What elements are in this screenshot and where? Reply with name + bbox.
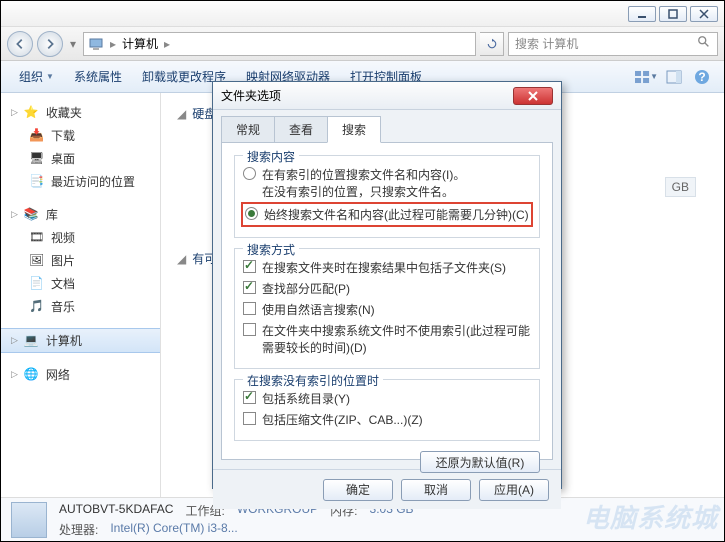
nav-bar: ▾ ▸ 计算机 ▸ 搜索 计算机 — [1, 27, 724, 61]
folder-options-dialog: 文件夹选项 常规 查看 搜索 搜索内容 在有索引的位置搜索文件名和内容(I)。在… — [212, 81, 562, 489]
toolbar-organize[interactable]: 组织▼ — [11, 64, 62, 89]
svg-text:?: ? — [698, 70, 705, 84]
search-box[interactable]: 搜索 计算机 — [508, 32, 718, 56]
apply-button[interactable]: 应用(A) — [479, 479, 549, 501]
sidebar-pictures[interactable]: 🖼图片 — [1, 249, 160, 272]
computer-icon — [88, 36, 104, 52]
download-icon: 📥 — [29, 128, 45, 144]
tab-search[interactable]: 搜索 — [327, 116, 381, 143]
legend-content: 搜索内容 — [243, 148, 299, 165]
chk-partial[interactable]: 查找部分匹配(P) — [243, 278, 531, 299]
dialog-tabs: 常规 查看 搜索 — [213, 110, 561, 143]
help-icon[interactable]: ? — [690, 65, 714, 89]
sidebar-desktop[interactable]: 🖥桌面 — [1, 147, 160, 170]
documents-icon: 📄 — [29, 276, 45, 292]
sidebar-computer[interactable]: ▷💻计算机 — [1, 328, 160, 353]
breadcrumb-sep: ▸ — [164, 37, 170, 51]
computer-icon: 💻 — [24, 333, 40, 349]
tab-view[interactable]: 查看 — [274, 116, 328, 143]
chk-subfolders[interactable]: 在搜索文件夹时在搜索结果中包括子文件夹(S) — [243, 257, 531, 278]
desktop-icon: 🖥 — [29, 151, 45, 167]
gb-readout: GB — [665, 177, 696, 197]
window-titlebar — [1, 1, 724, 27]
search-placeholder: 搜索 计算机 — [515, 35, 578, 52]
video-icon: 🎞 — [29, 230, 45, 246]
minimize-button[interactable] — [628, 6, 656, 22]
sidebar-documents[interactable]: 📄文档 — [1, 272, 160, 295]
search-icon — [697, 35, 711, 52]
chk-no-index[interactable]: 在文件夹中搜索系统文件时不使用索引(此过程可能需要较长的时间)(D) — [243, 320, 531, 358]
dialog-close-button[interactable] — [513, 87, 553, 105]
breadcrumb-sep: ▸ — [110, 37, 116, 51]
pictures-icon: 🖼 — [29, 253, 45, 269]
network-icon: 🌐 — [24, 367, 40, 383]
radio-always-search[interactable]: 始终搜索文件名和内容(此过程可能需要几分钟)(C) — [241, 202, 533, 227]
library-icon: 📚 — [24, 207, 40, 223]
group-search-method: 搜索方式 在搜索文件夹时在搜索结果中包括子文件夹(S) 查找部分匹配(P) 使用… — [234, 248, 540, 369]
close-button[interactable] — [690, 6, 718, 22]
status-cpu: Intel(R) Core(TM) i3-8... — [110, 521, 237, 538]
cancel-button[interactable]: 取消 — [401, 479, 471, 501]
watermark: 电脑系统城 — [583, 498, 718, 535]
sidebar-recent[interactable]: 📑最近访问的位置 — [1, 170, 160, 193]
breadcrumb-item[interactable]: 计算机 — [122, 35, 158, 52]
legend-method: 搜索方式 — [243, 241, 299, 258]
sidebar-network[interactable]: ▷🌐网络 — [1, 363, 160, 386]
sidebar-music[interactable]: 🎵音乐 — [1, 295, 160, 318]
chk-system-dirs[interactable]: 包括系统目录(Y) — [243, 388, 531, 409]
maximize-button[interactable] — [659, 6, 687, 22]
sidebar-favorites[interactable]: ▷⭐收藏夹 — [1, 101, 160, 124]
address-bar[interactable]: ▸ 计算机 ▸ — [83, 32, 476, 56]
tab-content: 搜索内容 在有索引的位置搜索文件名和内容(I)。在没有索引的位置，只搜索文件名。… — [221, 142, 553, 460]
recent-icon: 📑 — [29, 174, 45, 190]
radio-indexed[interactable]: 在有索引的位置搜索文件名和内容(I)。在没有索引的位置，只搜索文件名。 — [243, 164, 531, 202]
dialog-button-row: 确定 取消 应用(A) — [213, 469, 561, 509]
dialog-title: 文件夹选项 — [221, 87, 281, 104]
legend-nonindexed: 在搜索没有索引的位置时 — [243, 372, 383, 389]
sidebar-libraries[interactable]: ▷📚库 — [1, 203, 160, 226]
sidebar-videos[interactable]: 🎞视频 — [1, 226, 160, 249]
nav-history-dropdown[interactable]: ▾ — [67, 34, 79, 54]
forward-button[interactable] — [37, 31, 63, 57]
computer-large-icon — [11, 502, 47, 538]
sidebar-downloads[interactable]: 📥下载 — [1, 124, 160, 147]
status-name: AUTOBVT-5KDAFAC — [59, 502, 173, 519]
chk-compressed[interactable]: 包括压缩文件(ZIP、CAB...)(Z) — [243, 409, 531, 430]
restore-defaults-button[interactable]: 还原为默认值(R) — [420, 451, 540, 473]
back-button[interactable] — [7, 31, 33, 57]
tab-general[interactable]: 常规 — [221, 116, 275, 143]
dialog-titlebar[interactable]: 文件夹选项 — [213, 82, 561, 110]
group-non-indexed: 在搜索没有索引的位置时 包括系统目录(Y) 包括压缩文件(ZIP、CAB...)… — [234, 379, 540, 441]
refresh-button[interactable] — [480, 32, 504, 56]
nav-pane: ▷⭐收藏夹 📥下载 🖥桌面 📑最近访问的位置 ▷📚库 🎞视频 🖼图片 📄文档 🎵… — [1, 93, 161, 497]
chk-natural[interactable]: 使用自然语言搜索(N) — [243, 299, 531, 320]
status-cpu-label: 处理器: — [59, 521, 98, 538]
ok-button[interactable]: 确定 — [323, 479, 393, 501]
star-icon: ⭐ — [24, 105, 40, 121]
group-search-content: 搜索内容 在有索引的位置搜索文件名和内容(I)。在没有索引的位置，只搜索文件名。… — [234, 155, 540, 238]
preview-pane-icon[interactable] — [662, 65, 686, 89]
toolbar-system-properties[interactable]: 系统属性 — [66, 64, 130, 89]
view-icon[interactable]: ▼ — [634, 65, 658, 89]
music-icon: 🎵 — [29, 299, 45, 315]
